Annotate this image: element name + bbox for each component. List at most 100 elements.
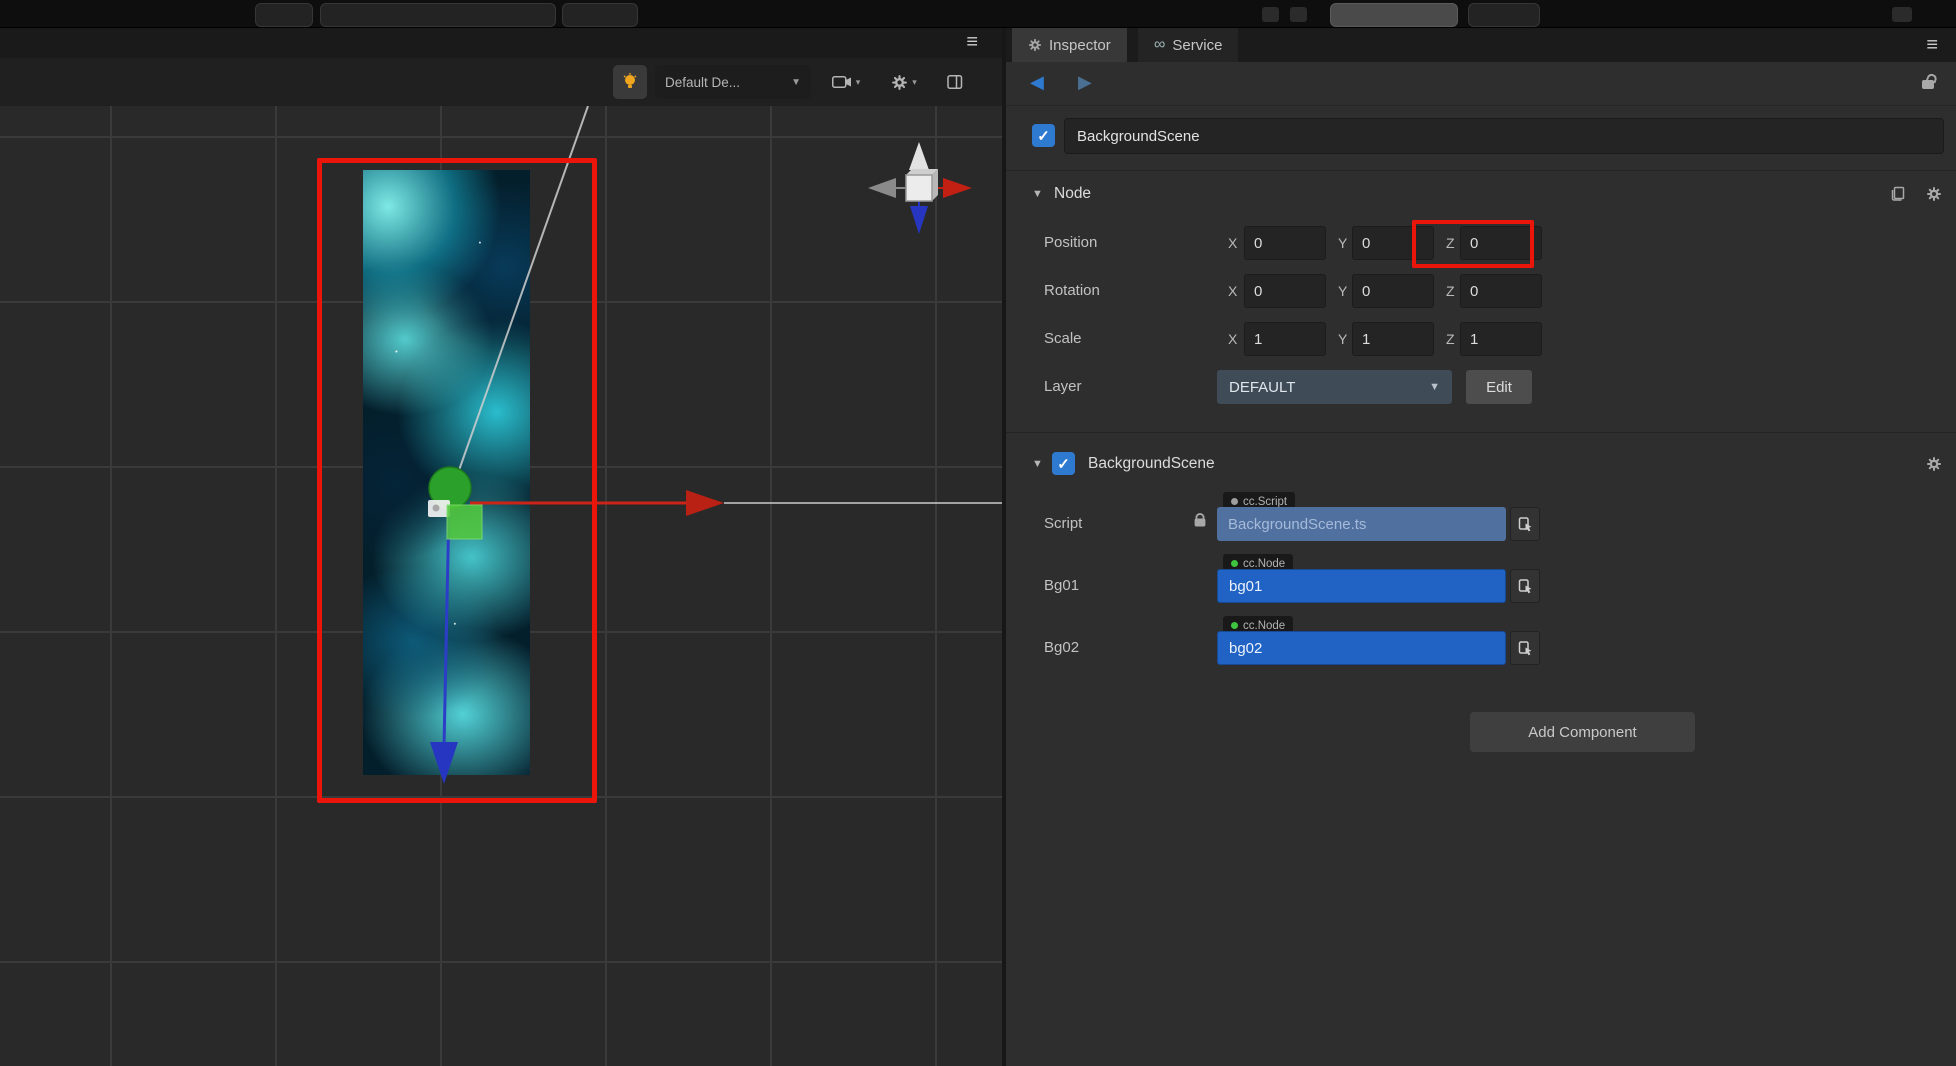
inspector-menu-icon[interactable]: ≡: [1926, 35, 1938, 55]
scale-z-input[interactable]: [1460, 322, 1542, 356]
rotation-label: Rotation: [1044, 282, 1100, 299]
scene-panel: ≡ Default De... ▼ ▾ ▾: [0, 28, 1002, 1066]
script-type-dot-icon: [1231, 498, 1238, 505]
scale-label: Scale: [1044, 330, 1082, 347]
topbar-button-fragment[interactable]: [1468, 3, 1540, 27]
position-x-input[interactable]: [1244, 226, 1326, 260]
plane-gizmo-handle[interactable]: [446, 504, 483, 540]
tab-inspector[interactable]: Inspector: [1012, 28, 1127, 62]
topbar-icon-fragment[interactable]: [1262, 7, 1279, 22]
rotation-y-input[interactable]: [1352, 274, 1434, 308]
scene-toolbar: Default De... ▼ ▾ ▾: [0, 58, 1002, 106]
axis-x-label: X: [1228, 235, 1238, 251]
axis-z-label: Z: [1446, 331, 1455, 347]
chevron-down-icon: ▾: [912, 76, 917, 87]
history-forward-button[interactable]: ▶: [1078, 72, 1092, 93]
bg02-node-reference-field[interactable]: bg02: [1217, 631, 1506, 665]
scene-light-button[interactable]: [613, 65, 647, 99]
layer-dropdown[interactable]: DEFAULT ▼: [1217, 370, 1452, 404]
inspector-panel: Inspector ∞ Service ≡ ◀ ▶ ✓ ▼ Node: [1002, 28, 1956, 1066]
component-enabled-checkbox[interactable]: ✓: [1052, 452, 1075, 475]
bg02-row: Bg02 cc.Node bg02: [1006, 616, 1956, 666]
axis-y-label: Y: [1338, 235, 1348, 251]
view-gizmo-left-arrow[interactable]: [868, 178, 896, 198]
collapse-triangle-icon[interactable]: ▼: [1032, 188, 1043, 200]
tab-inspector-label: Inspector: [1049, 36, 1111, 54]
layer-edit-button[interactable]: Edit: [1466, 370, 1532, 404]
collapse-triangle-icon[interactable]: ▼: [1032, 458, 1043, 470]
view-gizmo-down-arrow[interactable]: [910, 206, 928, 234]
script-reference-value: BackgroundScene.ts: [1228, 515, 1367, 533]
scale-x-input[interactable]: [1244, 322, 1326, 356]
component-title: BackgroundScene: [1088, 455, 1215, 472]
bg01-node-reference-field[interactable]: bg01: [1217, 569, 1506, 603]
scene-panel-header: ≡: [0, 28, 1002, 58]
topbar-button-fragment[interactable]: [562, 3, 638, 27]
node-settings-gear-icon[interactable]: [1926, 186, 1942, 207]
node-section-title: Node: [1054, 185, 1092, 202]
x-axis-arrow[interactable]: [686, 490, 724, 516]
topbar-icon-fragment[interactable]: [1892, 7, 1912, 22]
paste-component-icon[interactable]: [1890, 186, 1905, 206]
script-locate-button[interactable]: [1510, 507, 1540, 541]
y-axis-line[interactable]: [442, 505, 451, 747]
node-active-checkbox[interactable]: ✓: [1032, 124, 1055, 147]
component-settings-gear-icon[interactable]: [1926, 456, 1942, 477]
script-label: Script: [1044, 515, 1083, 532]
history-back-button[interactable]: ◀: [1030, 72, 1044, 93]
layer-label: Layer: [1044, 378, 1082, 395]
layer-dropdown-value: DEFAULT: [1229, 378, 1296, 396]
view-gizmo-up-arrow[interactable]: [909, 142, 929, 170]
bg02-label: Bg02: [1044, 639, 1080, 656]
scene-camera-button[interactable]: ▾: [823, 65, 869, 99]
node-name-input[interactable]: [1064, 118, 1944, 154]
y-axis-arrow[interactable]: [430, 742, 458, 784]
add-component-button[interactable]: Add Component: [1470, 712, 1695, 752]
view-orientation-gizmo[interactable]: [868, 142, 972, 234]
bg01-row: Bg01 cc.Node bg01: [1006, 554, 1956, 604]
main-toolbar: [0, 0, 1956, 28]
scale-row: Scale X Y Z: [1006, 322, 1956, 356]
device-dropdown-label: Default De...: [665, 74, 741, 90]
chevron-down-icon: ▼: [1429, 381, 1440, 393]
check-icon: ✓: [1037, 127, 1050, 145]
split-view-icon: [947, 75, 963, 89]
bg02-locate-button[interactable]: [1510, 631, 1540, 665]
topbar-button-fragment[interactable]: [1330, 3, 1458, 27]
unlock-icon[interactable]: [1922, 80, 1934, 89]
bg01-node-reference-value: bg01: [1229, 577, 1263, 595]
position-z-input[interactable]: [1460, 226, 1542, 260]
topbar-icon-fragment[interactable]: [1290, 7, 1307, 22]
axis-z-label: Z: [1446, 283, 1455, 299]
scene-viewport[interactable]: [0, 106, 1002, 1066]
camera-gizmo-lens: [432, 504, 440, 512]
node-type-dot-icon: [1231, 560, 1238, 567]
position-label: Position: [1044, 234, 1098, 251]
rotation-z-input[interactable]: [1460, 274, 1542, 308]
scale-y-input[interactable]: [1352, 322, 1434, 356]
rotation-x-input[interactable]: [1244, 274, 1326, 308]
gear-icon: [1028, 38, 1042, 52]
script-reference-field[interactable]: BackgroundScene.ts: [1217, 507, 1506, 541]
scene-gizmo-settings-button[interactable]: ▾: [881, 65, 927, 99]
position-y-input[interactable]: [1352, 226, 1434, 260]
view-gizmo-cube[interactable]: [905, 174, 933, 202]
tab-service[interactable]: ∞ Service: [1138, 28, 1239, 62]
scene-menu-icon[interactable]: ≡: [966, 32, 978, 52]
axis-y-label: Y: [1338, 283, 1348, 299]
bg01-locate-button[interactable]: [1510, 569, 1540, 603]
device-dropdown[interactable]: Default De... ▼: [655, 65, 811, 99]
axis-y-label: Y: [1338, 331, 1348, 347]
topbar-button-fragment[interactable]: [320, 3, 556, 27]
node-type-dot-icon: [1231, 622, 1238, 629]
bg02-node-reference-value: bg02: [1229, 639, 1263, 657]
topbar-button-fragment[interactable]: [255, 3, 313, 27]
locate-node-icon: [1518, 641, 1532, 656]
view-gizmo-right-arrow[interactable]: [943, 178, 972, 198]
tab-service-label: Service: [1172, 36, 1223, 54]
component-section-header[interactable]: ▼ ✓ BackgroundScene: [1006, 446, 1956, 482]
node-section-header[interactable]: ▼ Node: [1006, 176, 1956, 212]
lock-icon: [1194, 513, 1206, 527]
scene-layout-button[interactable]: [938, 65, 972, 99]
layer-row: Layer DEFAULT ▼ Edit: [1006, 370, 1956, 404]
